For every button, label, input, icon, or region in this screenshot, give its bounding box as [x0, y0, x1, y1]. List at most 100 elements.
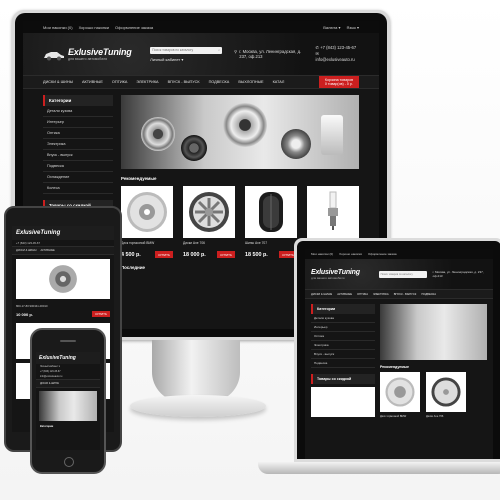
category-item[interactable]: Подвеска: [311, 359, 375, 368]
hero-banner[interactable]: [380, 304, 487, 360]
phone-speaker: [60, 340, 76, 342]
category-item[interactable]: Впуск - выпуск: [311, 350, 375, 359]
part-icon: [321, 115, 343, 155]
featured-section-title: Рекомендуемые: [121, 176, 157, 181]
product-name[interactable]: Диск тормозной BMW: [380, 415, 420, 418]
turbo-icon: [49, 265, 77, 293]
logo-title[interactable]: ExlusiveTuning: [16, 230, 60, 236]
monitor-stand: [152, 340, 240, 402]
account-menu[interactable]: Личный кабинет ▾: [150, 57, 222, 62]
search-input[interactable]: Поиск товаров по каталогу: [378, 270, 427, 278]
sale-product-image[interactable]: [311, 387, 375, 417]
featured-section-title: Рекомендуемые: [380, 365, 409, 369]
nav-item-exhaust[interactable]: ВЫХЛОПНЫЕ: [238, 80, 263, 84]
product-price: 18 500 р.: [245, 251, 268, 258]
category-item[interactable]: Интерьер: [43, 117, 113, 128]
nav-item-wheels[interactable]: ДИСКИ & ШИНЫ: [40, 382, 59, 385]
product-image[interactable]: [183, 186, 235, 238]
product-image[interactable]: [245, 186, 297, 238]
nav-item-intake[interactable]: ВПУСК - ВЫПУСК: [168, 80, 200, 84]
nav-item-suspension[interactable]: ПОДВЕСКА: [421, 293, 436, 296]
laptop-bezel: Мои накопки (0) Хорошо накопки Оформлени…: [297, 241, 500, 459]
home-button[interactable]: [64, 457, 74, 467]
category-item[interactable]: Впуск - выпуск: [43, 150, 113, 161]
laptop: Мои накопки (0) Хорошо накопки Оформлени…: [294, 238, 500, 462]
product-card[interactable]: Диски Axe 706 18 000 р. КУПИТЬ: [183, 186, 235, 258]
product-price: 10 000 р.: [16, 311, 33, 317]
nav-item-wheels[interactable]: ДИСКИ & ШИНЫ: [43, 80, 73, 84]
product-card[interactable]: Диск тормозной BMW: [380, 372, 420, 418]
nav-item-wheels[interactable]: ДИСКИ & ШИНЫ: [311, 293, 332, 296]
logo-title: ExlusiveTuning: [311, 268, 360, 276]
product-name[interactable]: Диски Axe 706: [426, 415, 466, 418]
top-link-wishlist[interactable]: Мои накопки (0): [311, 252, 333, 256]
nav-item-wheels[interactable]: ДИСКИ & ШИНЫ: [16, 249, 36, 252]
product-card[interactable]: Диски Axe 706: [426, 372, 466, 418]
brake-disc-icon: [141, 117, 175, 151]
product-image[interactable]: [380, 372, 420, 412]
hero-banner[interactable]: [39, 391, 97, 421]
top-link-compare[interactable]: Хорошо накопки: [79, 25, 109, 30]
hero-banner[interactable]: [121, 95, 359, 169]
nav-item-active[interactable]: АКТИВНЫЕ: [82, 80, 103, 84]
category-item[interactable]: Оптика: [311, 332, 375, 341]
brake-disc-icon: [223, 103, 267, 147]
cart-button[interactable]: Корзина товаров 0 товар(ов) - 0 р.: [318, 76, 359, 88]
category-item[interactable]: Детали кузова: [43, 106, 113, 117]
logo-subtitle: для вашего автомобиля: [68, 57, 108, 61]
product-name[interactable]: Диски Axe 706: [183, 241, 235, 245]
product-image[interactable]: [16, 259, 110, 299]
main-content: Рекомендуемые Диск тормозной BMW Диски A…: [380, 304, 487, 418]
brake-disc-icon: [385, 377, 415, 407]
top-link-checkout[interactable]: Оформление заказа: [368, 252, 397, 256]
sidebar-title: Категории: [43, 95, 113, 106]
buy-button[interactable]: КУПИТЬ: [92, 311, 110, 317]
nav-item-optics[interactable]: ОПТИКА: [112, 80, 127, 84]
nav-item-electrics[interactable]: ЭЛЕКТРИКА: [136, 80, 158, 84]
product-image[interactable]: [426, 372, 466, 412]
category-item[interactable]: Охлаждение: [43, 172, 113, 183]
product-name[interactable]: Шины Axe 707: [245, 241, 297, 245]
product-image[interactable]: [121, 186, 173, 238]
category-sidebar: Категории Детали кузова Интерьер Оптика …: [311, 304, 375, 418]
nav-item-suspension[interactable]: ПОДВЕСКА: [209, 80, 230, 84]
nav-item-active[interactable]: АКТИВНЫЕ: [337, 293, 352, 296]
search-input[interactable]: Поиск товаров по каталогу ⌕: [150, 46, 223, 54]
currency-select[interactable]: Валюта ▾: [323, 25, 340, 30]
product-card[interactable]: Шины Axe 707 18 500 р. КУПИТЬ: [245, 186, 297, 258]
site-logo[interactable]: ExlusiveTuning для вашего автомобиля: [43, 47, 138, 61]
phone-icon: ✆: [315, 45, 320, 50]
main-nav: ДИСКИ & ШИНЫ: [36, 379, 100, 388]
top-link-wishlist[interactable]: Мои накопки (0): [43, 25, 73, 30]
category-item[interactable]: Оптика: [43, 128, 113, 139]
email-text[interactable]: info@exlusiveauto.ru: [316, 57, 355, 62]
nav-item-intake[interactable]: ВПУСК - ВЫПУСК: [394, 293, 417, 296]
product-card[interactable]: Диск тормозной BMW 4 500 р. КУПИТЬ: [121, 186, 173, 258]
nav-item-catalog[interactable]: КАТАЛ: [273, 80, 285, 84]
top-link-checkout[interactable]: Оформление заказа: [115, 25, 153, 30]
product-price: 4 500 р.: [121, 251, 141, 258]
category-item[interactable]: Интерьер: [311, 323, 375, 332]
category-item[interactable]: Электрика: [311, 341, 375, 350]
address-text: г. Москва, ул. Ленинградская, д. 237, оф…: [432, 270, 484, 278]
buy-button[interactable]: КУПИТЬ: [155, 251, 173, 258]
top-link-compare[interactable]: Хорошо накопки: [339, 252, 362, 256]
logo-title[interactable]: ExlusiveTuning: [39, 355, 76, 361]
product-image[interactable]: [307, 186, 359, 238]
site-logo[interactable]: ExlusiveTuning для вашего автомобиля: [311, 269, 373, 280]
sidebar-title: Категории: [311, 304, 375, 314]
category-item[interactable]: Подвеска: [43, 161, 113, 172]
category-item[interactable]: Детали кузова: [311, 314, 375, 323]
nav-item-active[interactable]: АКТИВНЫЕ: [40, 249, 54, 252]
monitor-stand-base: [130, 395, 266, 417]
search-icon[interactable]: ⌕: [218, 48, 220, 52]
sidebar-title: Категории: [40, 425, 54, 428]
language-select[interactable]: Язык ▾: [347, 25, 359, 30]
buy-button[interactable]: КУПИТЬ: [217, 251, 235, 258]
product-name[interactable]: Диск тормозной BMW: [121, 241, 173, 245]
spark-plug-icon: [328, 191, 338, 230]
category-item[interactable]: Колеса: [43, 183, 113, 194]
category-item[interactable]: Электрика: [43, 139, 113, 150]
nav-item-optics[interactable]: ОПТИКА: [357, 293, 368, 296]
nav-item-electrics[interactable]: ЭЛЕКТРИКА: [373, 293, 389, 296]
